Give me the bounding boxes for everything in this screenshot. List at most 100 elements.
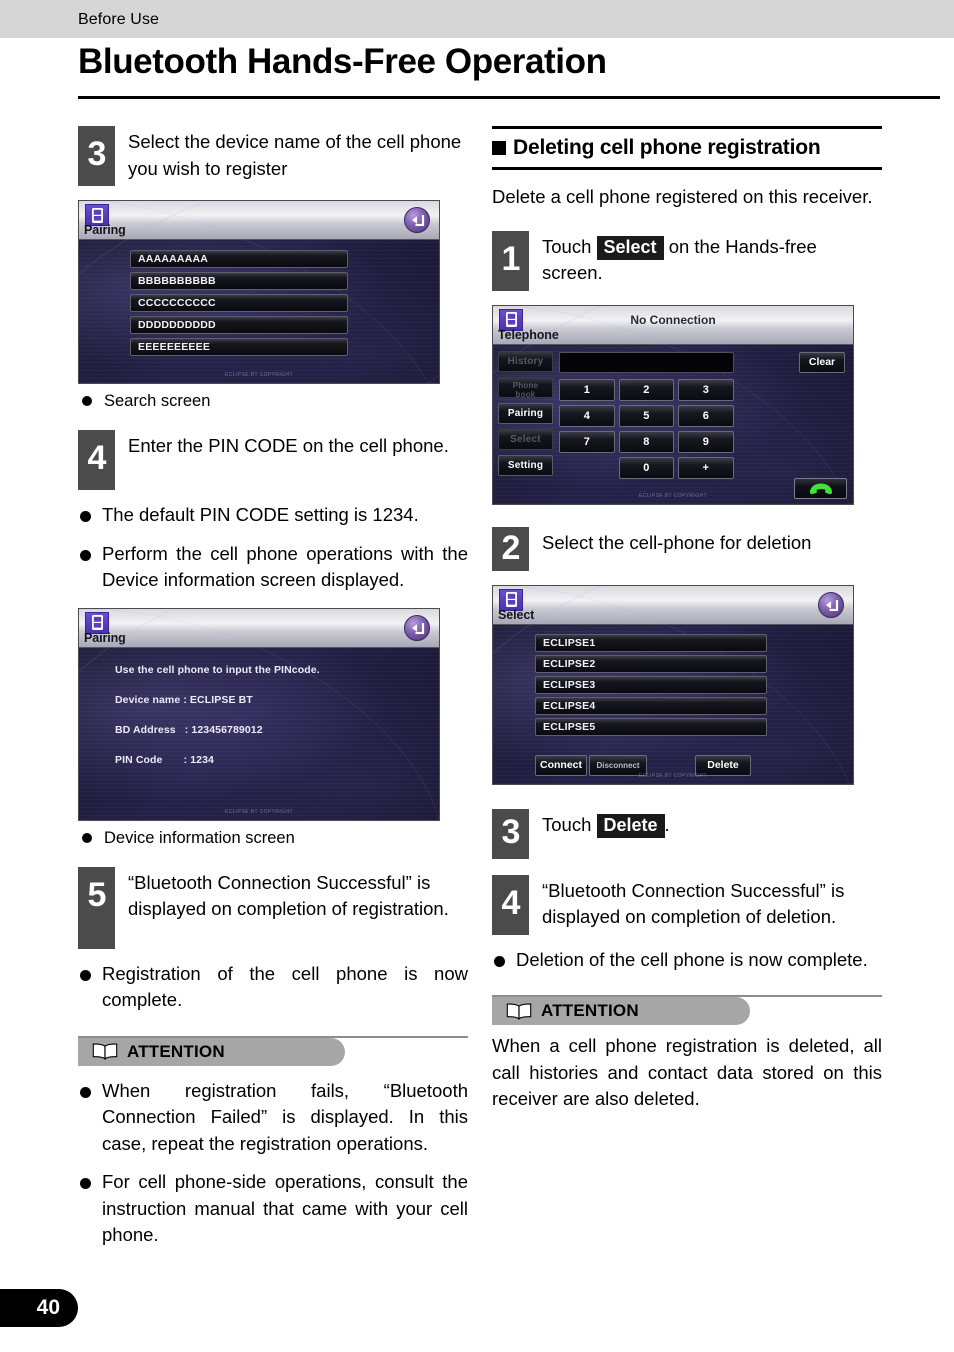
key-5[interactable]: 5	[618, 404, 674, 427]
back-icon[interactable]	[818, 591, 844, 618]
list-item[interactable]: ECLIPSE4	[535, 696, 767, 715]
step-1-number: 1	[492, 230, 529, 291]
bullet-pin-default: The default PIN CODE setting is 1234.	[78, 502, 468, 529]
step-2-text: Select the cell-phone for deletion	[542, 531, 812, 553]
open-book-icon	[92, 1043, 118, 1060]
open-book-icon	[506, 1002, 532, 1020]
back-icon[interactable]	[404, 207, 430, 233]
key-9[interactable]: 9	[678, 430, 734, 453]
step-3-text-after: .	[664, 813, 670, 835]
step-4-text-right: “Bluetooth Connection Successful” is dis…	[542, 879, 845, 928]
devinfo-footer-text: ECLIPSE BT COPYRIGHT	[225, 808, 293, 815]
clear-button[interactable]: Clear	[799, 351, 845, 373]
key-7[interactable]: 7	[559, 430, 615, 453]
key-2[interactable]: 2	[618, 378, 674, 401]
search-screen-app-name: Pairing	[84, 223, 126, 237]
search-device-list: AAAAAAAAA BBBBBBBBBB CCCCCCCCCC DDDDDDDD…	[130, 250, 348, 360]
key-6[interactable]: 6	[678, 404, 734, 427]
attention-pill: ATTENTION	[78, 1037, 345, 1066]
step-1-block: 1 Touch Select on the Hands-free screen.	[492, 230, 882, 291]
devinfo-body: Use the cell phone to input the PINcode.…	[79, 608, 439, 820]
search-screen-caption: Search screen	[78, 390, 468, 412]
phone-book-button[interactable]: Phone book	[498, 376, 553, 399]
select-screen-body: ECLIPSE1 ECLIPSE2 ECLIPSE3 ECLIPSE4 ECLI…	[493, 585, 853, 784]
section-heading: Deleting cell phone registration	[492, 136, 882, 160]
keypad-row: 1 2 3	[559, 378, 734, 401]
attention-label: ATTENTION	[541, 1001, 639, 1020]
history-button[interactable]: History	[498, 350, 553, 372]
section-rule-bottom	[492, 167, 882, 170]
section-bullet-square-icon	[492, 141, 506, 155]
phone-number-input[interactable]	[559, 351, 734, 373]
keypad-row: 7 8 9	[559, 430, 734, 453]
step-4-text: Enter the PIN CODE on the cell phone.	[128, 435, 449, 456]
list-item[interactable]: DDDDDDDDDD	[130, 316, 348, 334]
key-1[interactable]: 1	[559, 378, 615, 401]
cellphone-glyph	[91, 615, 103, 630]
step-1-text-before: Touch	[542, 235, 592, 257]
dial-keypad: 1 2 3 4 5 6 7 8 9 0 +	[559, 378, 734, 483]
back-icon[interactable]	[404, 614, 430, 641]
key-4[interactable]: 4	[559, 404, 615, 427]
pairing-button[interactable]: Pairing	[498, 402, 553, 424]
key-0[interactable]: 0	[618, 456, 674, 479]
step-3-block-right: 3 Touch Delete.	[492, 808, 882, 859]
return-arrow-glyph	[411, 622, 424, 634]
attention-header-left: ATTENTION	[78, 1035, 468, 1066]
keypad-row: 4 5 6	[559, 404, 734, 427]
bullet-perform-operations: Perform the cell phone operations with t…	[78, 541, 468, 594]
select-button[interactable]: Select	[498, 428, 553, 450]
connect-button[interactable]: Connect	[535, 754, 587, 776]
setting-button[interactable]: Setting	[498, 454, 553, 476]
list-item[interactable]: CCCCCCCCCC	[130, 294, 348, 312]
search-screen-figure: Pairing AAAAAAAAA BBBBBBBBBB CCCCCCCCCC …	[78, 200, 440, 384]
step-4-number-right: 4	[492, 874, 529, 935]
step-5-text: “Bluetooth Connection Successful” is dis…	[128, 871, 449, 920]
device-information-caption: Device information screen	[78, 827, 468, 849]
bullet-registration-complete: Registration of the cell phone is now co…	[78, 961, 468, 1014]
attention-bullet: When registration fails, “Bluetooth Conn…	[78, 1078, 468, 1158]
devinfo-instruction: Use the cell phone to input the PINcode.	[115, 663, 320, 676]
list-item[interactable]: ECLIPSE3	[535, 675, 767, 694]
key-plus[interactable]: +	[678, 456, 734, 479]
list-item[interactable]: BBBBBBBBBB	[130, 272, 348, 290]
devinfo-pin-code: PIN Code : 1234	[115, 753, 214, 766]
attention-body-right: When a cell phone registration is delete…	[492, 1033, 882, 1113]
key-3[interactable]: 3	[678, 378, 734, 401]
step-5-number: 5	[78, 866, 115, 949]
select-keycap: Select	[596, 235, 664, 260]
key-8[interactable]: 8	[618, 430, 674, 453]
step-4-number: 4	[78, 430, 115, 490]
attention-header-right: ATTENTION	[492, 995, 882, 1025]
attention-body-left: When registration fails, “Bluetooth Conn…	[78, 1078, 468, 1249]
section-intro-text: Delete a cell phone registered on this r…	[492, 186, 873, 207]
list-item[interactable]: AAAAAAAAA	[130, 250, 348, 268]
select-titlebar: Select	[493, 585, 853, 625]
title-divider	[78, 96, 940, 99]
list-item[interactable]: ECLIPSE5	[535, 717, 767, 736]
attention-bullet: For cell phone-side operations, consult …	[78, 1169, 468, 1249]
list-item[interactable]: ECLIPSE2	[535, 654, 767, 673]
right-column: Deleting cell phone registration Delete …	[492, 126, 882, 1113]
keypad-row: 0 +	[559, 456, 734, 479]
list-item[interactable]: ECLIPSE1	[535, 633, 767, 652]
search-screen-body: AAAAAAAAA BBBBBBBBBB CCCCCCCCCC DDDDDDDD…	[79, 201, 439, 383]
devinfo-bd-address: BD Address : 123456789012	[115, 723, 263, 736]
left-column: 3 Select the device name of the cell pho…	[78, 126, 468, 1249]
select-screen-footer-text: ECLIPSE BT COPYRIGHT	[639, 772, 707, 779]
devinfo-app-name: Pairing	[84, 630, 126, 645]
call-button[interactable]	[794, 477, 847, 499]
list-item[interactable]: EEEEEEEEEE	[130, 338, 348, 356]
bullet-deletion-complete: Deletion of the cell phone is now comple…	[492, 947, 882, 974]
page-title: Bluetooth Hands-Free Operation	[78, 42, 607, 81]
telephone-side-menu: History Phone book Pairing Select Setting	[498, 350, 553, 481]
cellphone-glyph	[505, 592, 517, 607]
devinfo-text-block: Use the cell phone to input the PINcode.…	[115, 664, 320, 784]
attention-pill: ATTENTION	[492, 997, 750, 1025]
delete-keycap: Delete	[596, 813, 665, 838]
telephone-body: History Phone book Pairing Select Setting…	[493, 305, 853, 504]
telephone-status-text: No Connection	[630, 312, 716, 327]
return-arrow-glyph	[411, 215, 424, 226]
step-4-block: 4 Enter the PIN CODE on the cell phone.	[78, 430, 468, 490]
select-screen-app-name: Select	[498, 607, 535, 622]
